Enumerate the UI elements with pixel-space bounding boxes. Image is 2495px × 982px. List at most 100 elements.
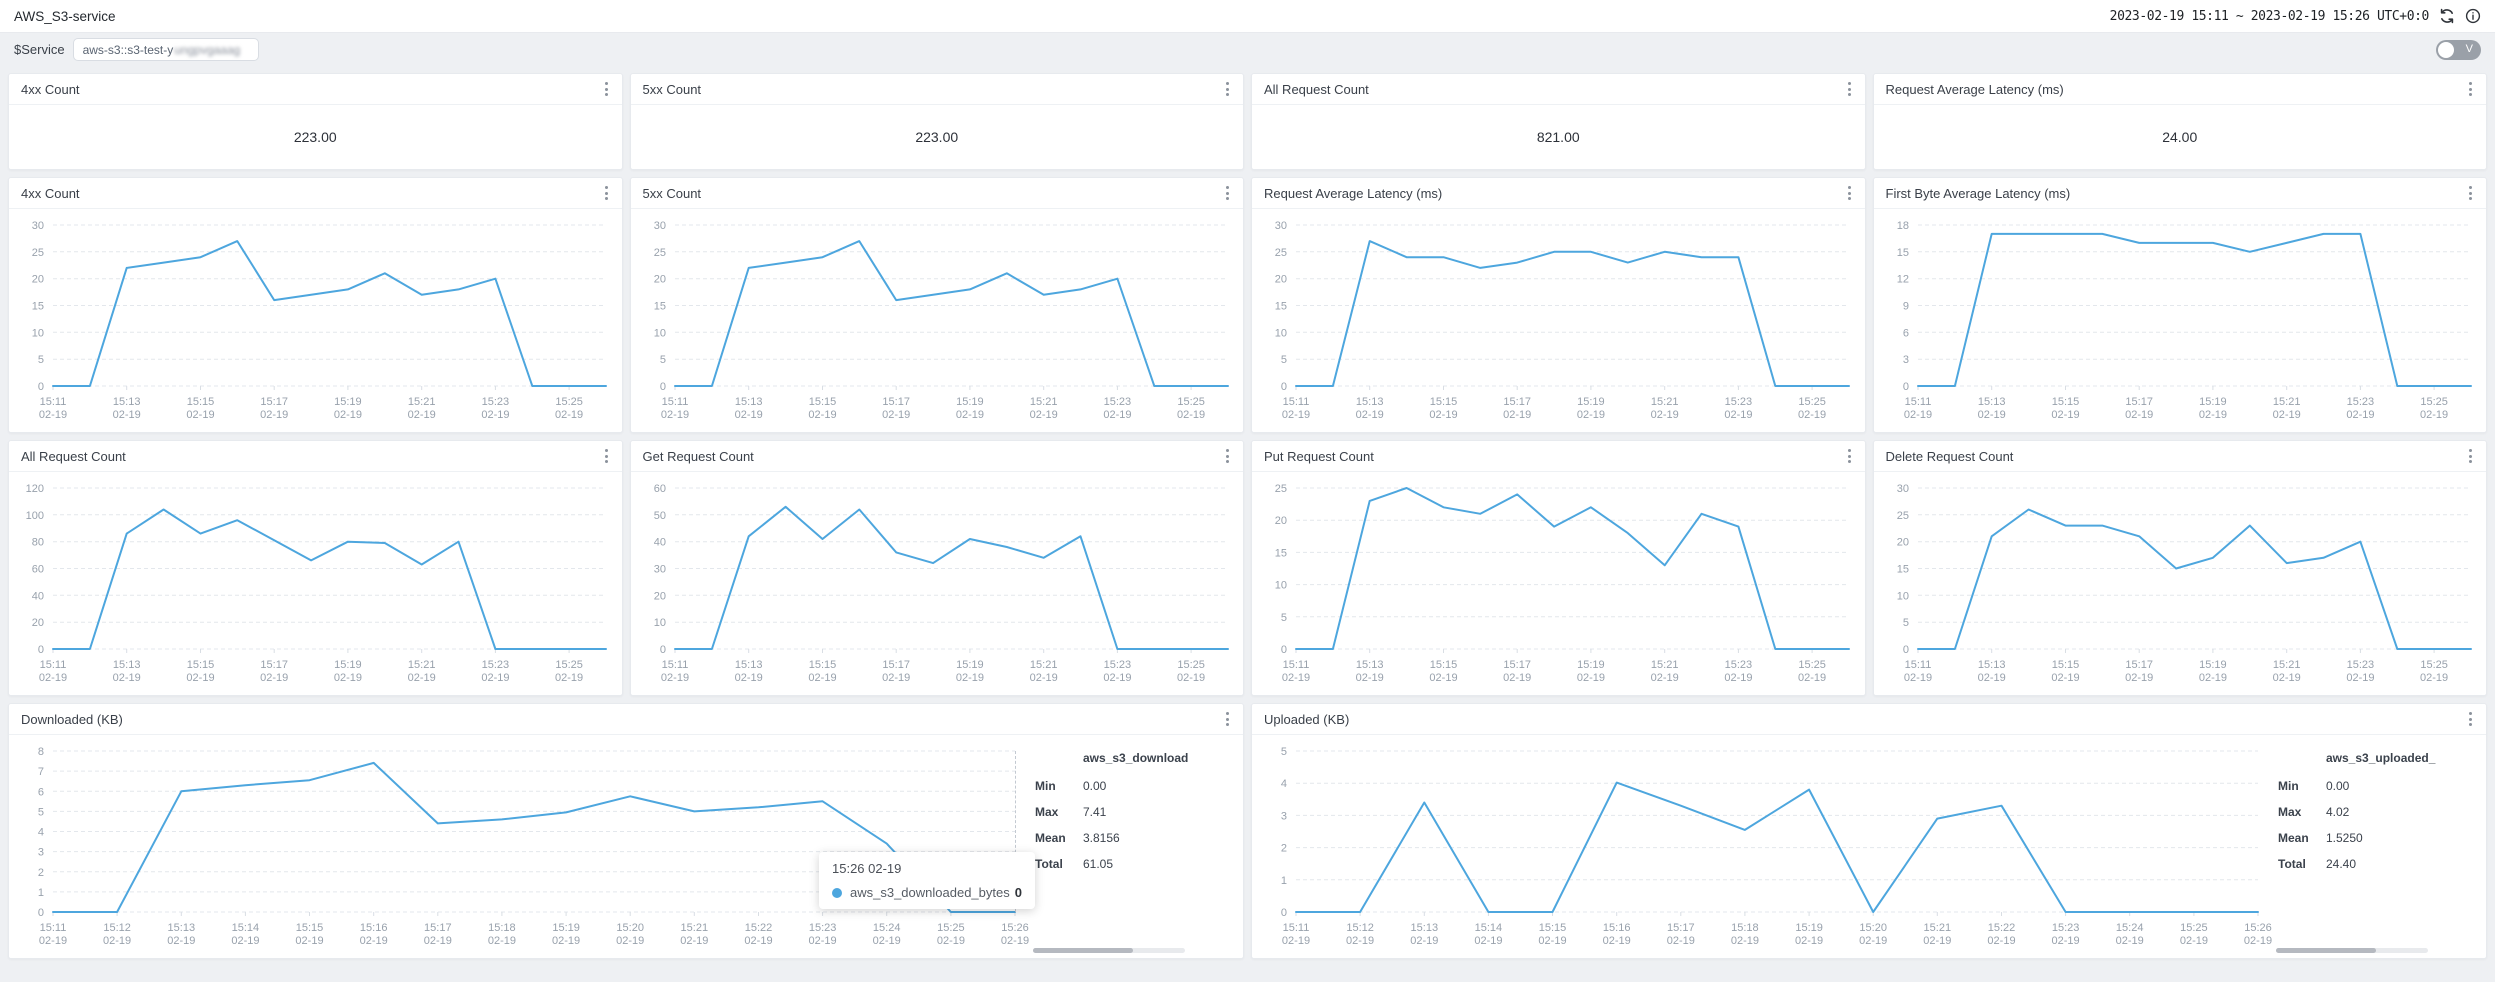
svg-text:02-19: 02-19 (1177, 672, 1205, 684)
legend-row-value: 24.40 (2326, 857, 2356, 871)
svg-text:60: 60 (653, 483, 665, 495)
svg-text:15:17: 15:17 (2125, 659, 2153, 671)
svg-text:02-19: 02-19 (2051, 409, 2079, 421)
svg-text:15:17: 15:17 (1667, 922, 1695, 934)
panel-menu-icon[interactable] (603, 78, 610, 100)
panel-menu-icon[interactable] (1224, 708, 1231, 730)
svg-text:02-19: 02-19 (882, 672, 910, 684)
panel-menu-icon[interactable] (2467, 445, 2474, 467)
svg-text:25: 25 (1275, 247, 1287, 259)
svg-text:15:25: 15:25 (555, 659, 583, 671)
plot-4xx-count[interactable]: 05101520253015:1102-1915:1302-1915:1502-… (9, 209, 622, 433)
panel-title: First Byte Average Latency (ms) (1886, 186, 2071, 201)
svg-text:30: 30 (653, 220, 665, 232)
panel-title: Get Request Count (643, 449, 754, 464)
svg-text:15:19: 15:19 (1577, 659, 1605, 671)
svg-text:02-19: 02-19 (2116, 935, 2144, 947)
legend-row-label: Max (1035, 805, 1083, 819)
legend-scrollbar[interactable] (1033, 948, 1185, 953)
svg-text:15:19: 15:19 (334, 396, 362, 408)
legend-scrollbar[interactable] (2276, 948, 2428, 953)
view-edit-toggle[interactable]: V (2436, 40, 2481, 60)
svg-text:25: 25 (1275, 483, 1287, 495)
service-input[interactable]: aws-s3::s3-test-yungpvgaaag (73, 38, 259, 61)
svg-text:6: 6 (1902, 327, 1908, 339)
svg-text:10: 10 (1275, 580, 1287, 592)
panel-menu-icon[interactable] (1846, 445, 1853, 467)
panel-menu-icon[interactable] (603, 182, 610, 204)
svg-text:15:23: 15:23 (2346, 659, 2374, 671)
plot-get-request-count[interactable]: 010203040506015:1102-1915:1302-1915:1502… (631, 472, 1244, 696)
svg-text:30: 30 (653, 564, 665, 576)
svg-text:02-19: 02-19 (1103, 409, 1131, 421)
svg-text:30: 30 (32, 220, 44, 232)
panel-menu-icon[interactable] (1846, 182, 1853, 204)
svg-text:02-19: 02-19 (1603, 935, 1631, 947)
panel-menu-icon[interactable] (1224, 445, 1231, 467)
svg-text:15: 15 (653, 301, 665, 313)
time-range-picker[interactable]: 2023-02-19 15:11 ~ 2023-02-19 15:26 UTC+… (2110, 9, 2429, 24)
svg-text:15:15: 15:15 (1430, 659, 1458, 671)
svg-text:15:11: 15:11 (1283, 396, 1310, 408)
panel-menu-icon[interactable] (1846, 78, 1853, 100)
svg-text:15:13: 15:13 (113, 659, 141, 671)
panel-menu-icon[interactable] (2467, 708, 2474, 730)
chart-legend: aws_s3_uploaded_ Min0.00 Max4.02 Mean1.5… (2274, 735, 2486, 959)
panel-menu-icon[interactable] (603, 445, 610, 467)
plot-uploaded-kb[interactable]: 01234515:1102-1915:1202-1915:1302-1915:1… (1252, 735, 2274, 959)
svg-text:25: 25 (32, 247, 44, 259)
panel-menu-icon[interactable] (1224, 78, 1231, 100)
svg-text:15:23: 15:23 (809, 922, 837, 934)
svg-text:02-19: 02-19 (1346, 935, 1374, 947)
plot-downloaded-kb[interactable]: 01234567815:1102-1915:1202-1915:1302-191… (9, 735, 1031, 959)
svg-text:4: 4 (38, 827, 44, 839)
svg-text:02-19: 02-19 (2052, 935, 2080, 947)
svg-text:15:15: 15:15 (808, 659, 836, 671)
svg-text:15:20: 15:20 (1859, 922, 1887, 934)
svg-text:15:25: 15:25 (1798, 396, 1826, 408)
svg-text:5: 5 (1281, 354, 1287, 366)
svg-text:02-19: 02-19 (1538, 935, 1566, 947)
svg-text:02-19: 02-19 (1356, 409, 1384, 421)
svg-text:02-19: 02-19 (734, 409, 762, 421)
info-icon[interactable] (2465, 8, 2481, 24)
panel-menu-icon[interactable] (2467, 78, 2474, 100)
plot-first-byte-latency[interactable]: 036912151815:1102-1915:1302-1915:1502-19… (1874, 209, 2487, 433)
svg-text:20: 20 (32, 274, 44, 286)
svg-text:02-19: 02-19 (1923, 935, 1951, 947)
refresh-icon[interactable] (2439, 8, 2455, 24)
svg-text:20: 20 (653, 590, 665, 602)
svg-text:20: 20 (1896, 537, 1908, 549)
svg-text:15:21: 15:21 (2272, 396, 2300, 408)
svg-text:15:23: 15:23 (2346, 396, 2374, 408)
svg-text:30: 30 (1896, 483, 1908, 495)
svg-text:60: 60 (32, 564, 44, 576)
svg-text:15:13: 15:13 (113, 396, 141, 408)
svg-text:02-19: 02-19 (1798, 672, 1826, 684)
svg-text:15:11: 15:11 (661, 396, 688, 408)
svg-text:02-19: 02-19 (1577, 409, 1605, 421)
legend-scrollbar-thumb[interactable] (1033, 948, 1133, 953)
svg-text:15:13: 15:13 (1977, 396, 2005, 408)
svg-text:7: 7 (38, 766, 44, 778)
svg-text:5: 5 (1902, 617, 1908, 629)
svg-text:0: 0 (1281, 644, 1287, 656)
svg-text:2: 2 (1281, 843, 1287, 855)
svg-text:02-19: 02-19 (1903, 672, 1931, 684)
svg-text:02-19: 02-19 (2244, 935, 2272, 947)
svg-text:0: 0 (38, 907, 44, 919)
panel-menu-icon[interactable] (1224, 182, 1231, 204)
plot-delete-request-count[interactable]: 05101520253015:1102-1915:1302-1915:1502-… (1874, 472, 2487, 696)
panel-title: 5xx Count (643, 82, 702, 97)
app-header: AWS_S3-service 2023-02-19 15:11 ~ 2023-0… (0, 0, 2495, 33)
plot-all-request-count[interactable]: 02040608010012015:1102-1915:1302-1915:15… (9, 472, 622, 696)
plot-put-request-count[interactable]: 051015202515:1102-1915:1302-1915:1502-19… (1252, 472, 1865, 696)
svg-text:20: 20 (1275, 515, 1287, 527)
plot-5xx-count[interactable]: 05101520253015:1102-1915:1302-1915:1502-… (631, 209, 1244, 433)
svg-text:02-19: 02-19 (1001, 935, 1029, 947)
svg-text:15:18: 15:18 (1731, 922, 1759, 934)
legend-scrollbar-thumb[interactable] (2276, 948, 2376, 953)
panel-menu-icon[interactable] (2467, 182, 2474, 204)
svg-text:15:25: 15:25 (2420, 396, 2448, 408)
plot-request-avg-latency[interactable]: 05101520253015:1102-1915:1302-1915:1502-… (1252, 209, 1865, 433)
